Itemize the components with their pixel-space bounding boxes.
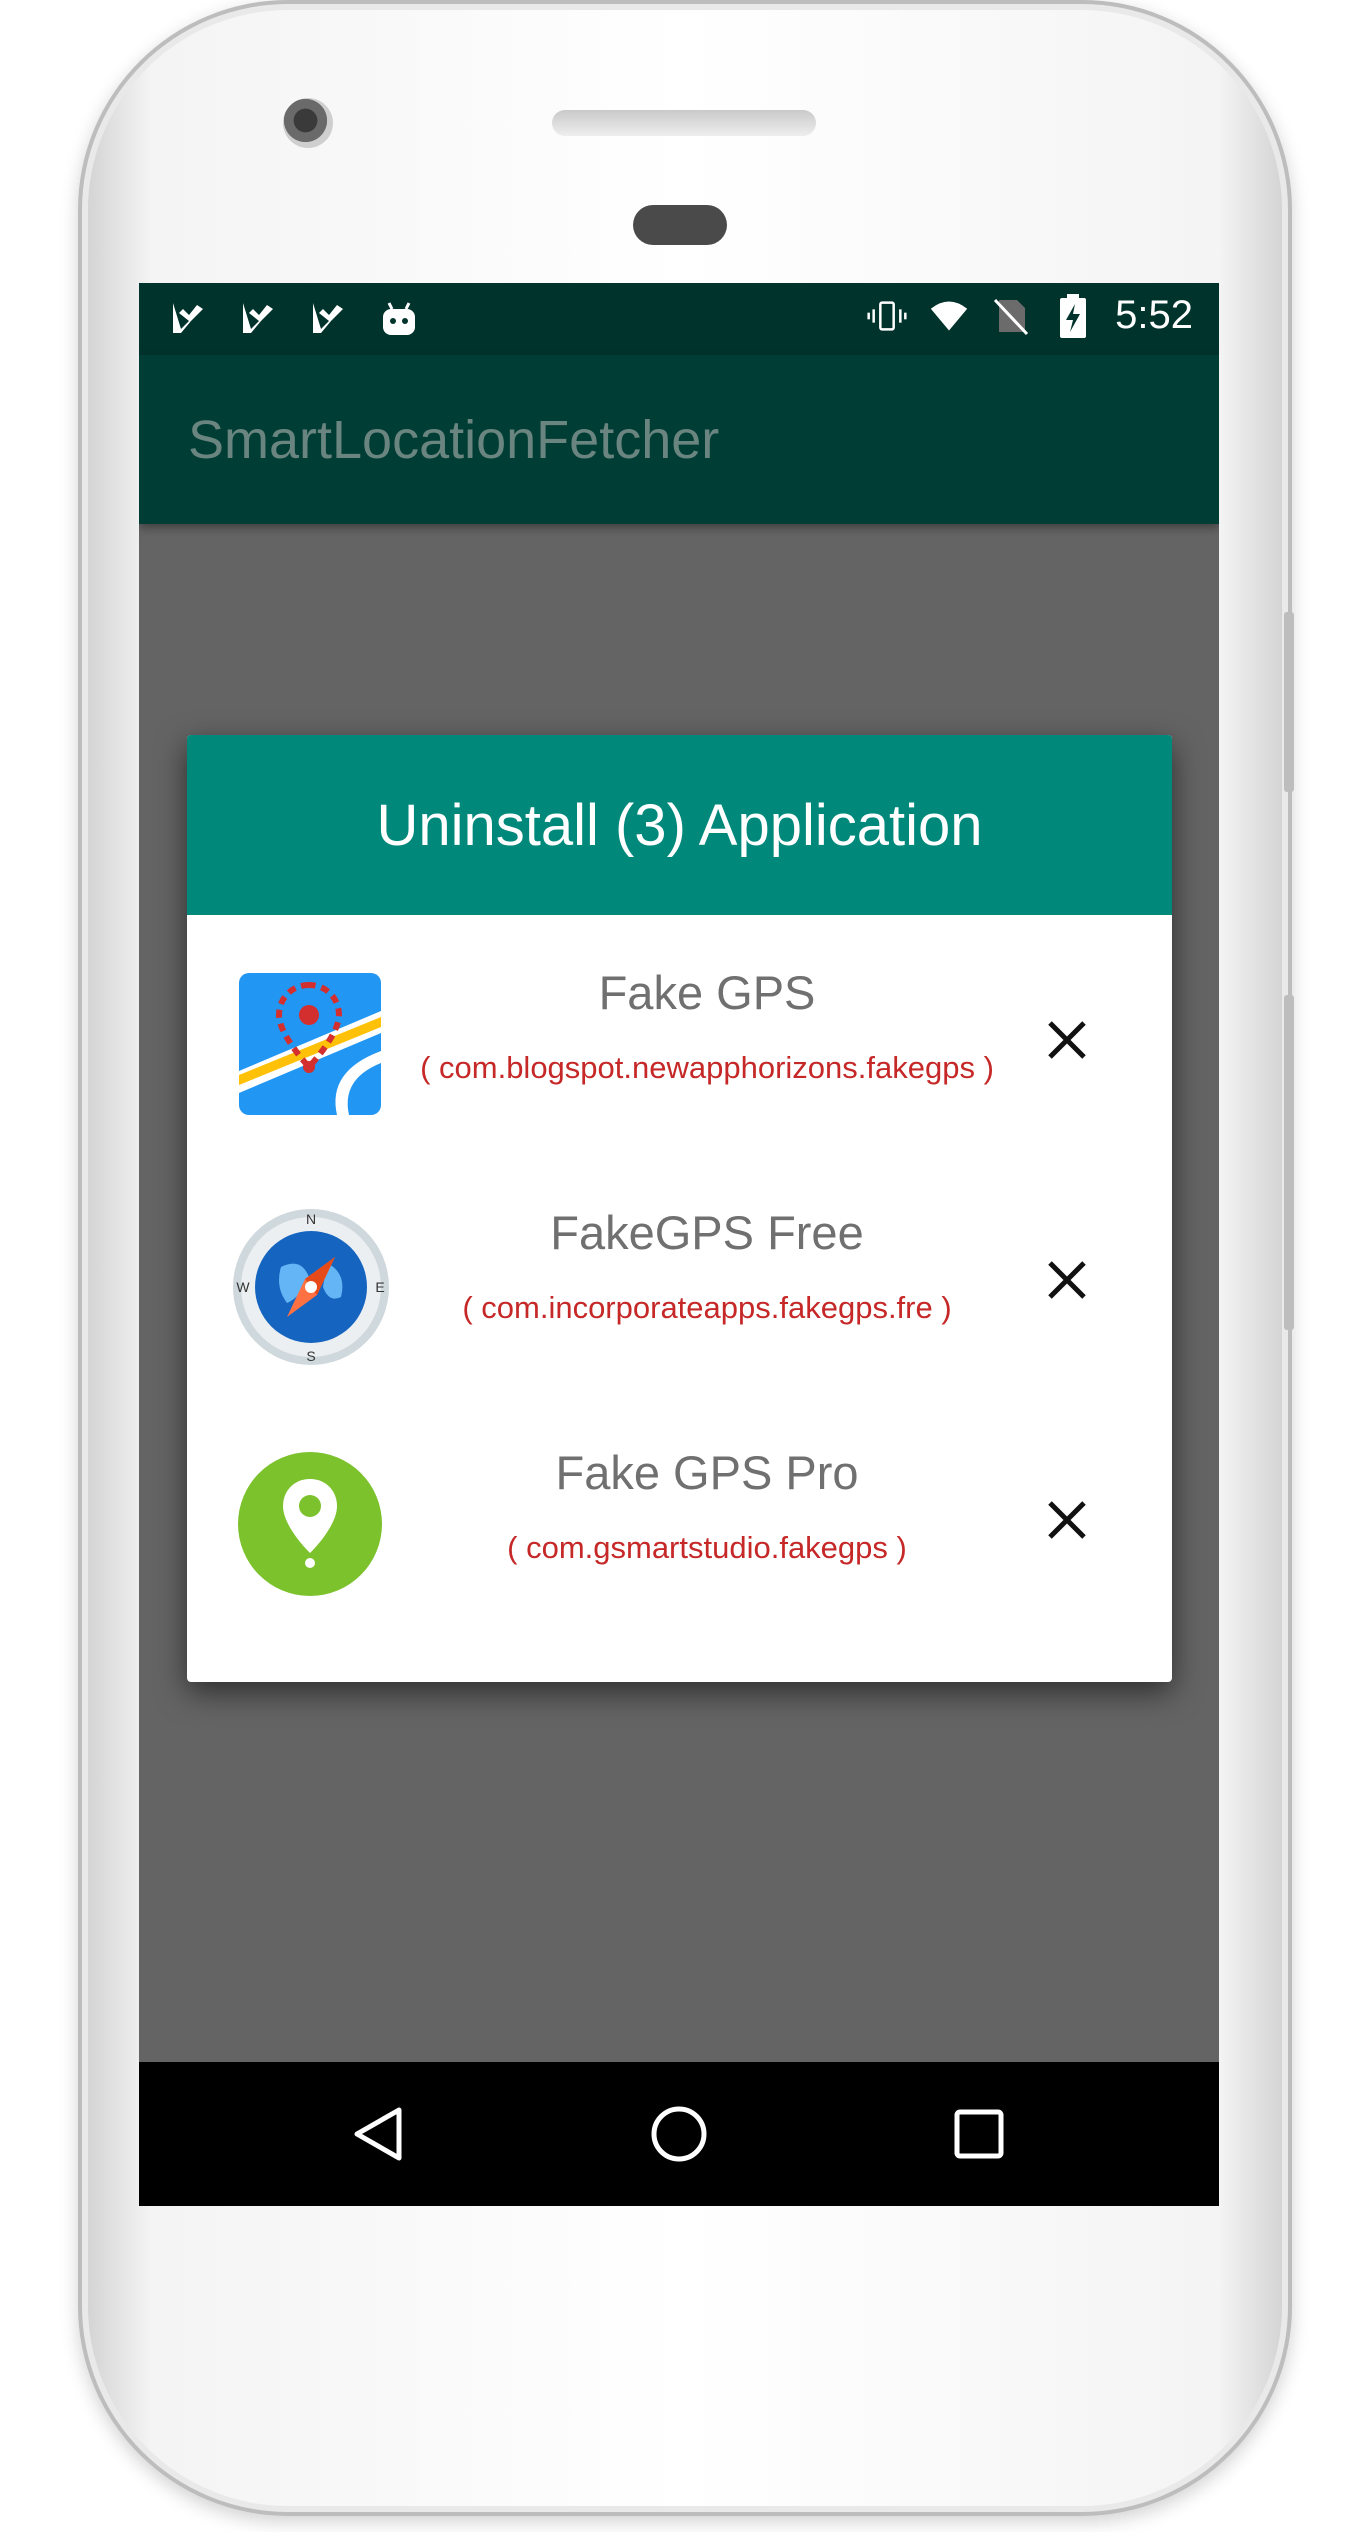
back-icon[interactable]	[349, 2104, 409, 2164]
app-package: ( com.incorporateapps.fakegps.fre )	[462, 1290, 952, 1325]
green-location-pin-icon	[237, 1451, 383, 1597]
close-icon[interactable]	[1042, 1495, 1092, 1545]
vibrate-icon	[867, 294, 907, 338]
check-notification-icon	[169, 297, 209, 341]
app-name: FakeGPS Free	[550, 1206, 864, 1259]
app-package: ( com.gsmartstudio.fakegps )	[507, 1530, 907, 1565]
app-list-item: Fake GPS ( com.blogspot.newapphorizons.f…	[187, 915, 1172, 1155]
app-list-item: N S W E FakeGPS Free ( com.incorporateap…	[187, 1155, 1172, 1395]
dialog-header: Uninstall (3) Application	[187, 735, 1172, 915]
app-name: Fake GPS Pro	[555, 1446, 859, 1499]
close-icon[interactable]	[1042, 1015, 1092, 1065]
check-notification-icon	[239, 297, 279, 341]
no-sim-icon	[991, 294, 1031, 338]
power-button	[1284, 612, 1294, 792]
app-list-item: Fake GPS Pro ( com.gsmartstudio.fakegps …	[187, 1395, 1172, 1635]
compass-globe-icon: N S W E	[233, 1209, 389, 1365]
clock: 5:52	[1115, 293, 1193, 337]
home-icon[interactable]	[649, 2104, 709, 2164]
screen: 5:52 SmartLocationFetcher Uninstall (3) …	[139, 283, 1219, 2206]
proximity-sensor	[633, 205, 727, 245]
volume-button	[1284, 995, 1294, 1330]
recents-icon[interactable]	[949, 2104, 1009, 2164]
app-name: Fake GPS	[598, 966, 816, 1019]
dialog-title: Uninstall (3) Application	[376, 792, 983, 858]
uninstall-dialog: Uninstall (3) Application Fake GPS ( com…	[187, 735, 1172, 1682]
app-bar: SmartLocationFetcher	[139, 355, 1219, 524]
wifi-icon	[929, 294, 969, 338]
earpiece-speaker	[552, 110, 816, 136]
app-title: SmartLocationFetcher	[188, 410, 720, 470]
svg-text:N: N	[306, 1211, 316, 1227]
navigation-bar	[139, 2062, 1219, 2206]
svg-text:S: S	[306, 1348, 315, 1364]
app-package: ( com.blogspot.newapphorizons.fakegps )	[420, 1050, 994, 1085]
front-camera	[283, 98, 333, 148]
android-icon	[379, 297, 419, 341]
svg-text:E: E	[375, 1279, 384, 1295]
battery-charging-icon	[1053, 293, 1093, 338]
svg-text:W: W	[236, 1279, 250, 1295]
close-icon[interactable]	[1042, 1255, 1092, 1305]
fake-gps-map-icon	[237, 971, 383, 1117]
check-notification-icon	[309, 297, 349, 341]
status-bar: 5:52	[139, 283, 1219, 355]
